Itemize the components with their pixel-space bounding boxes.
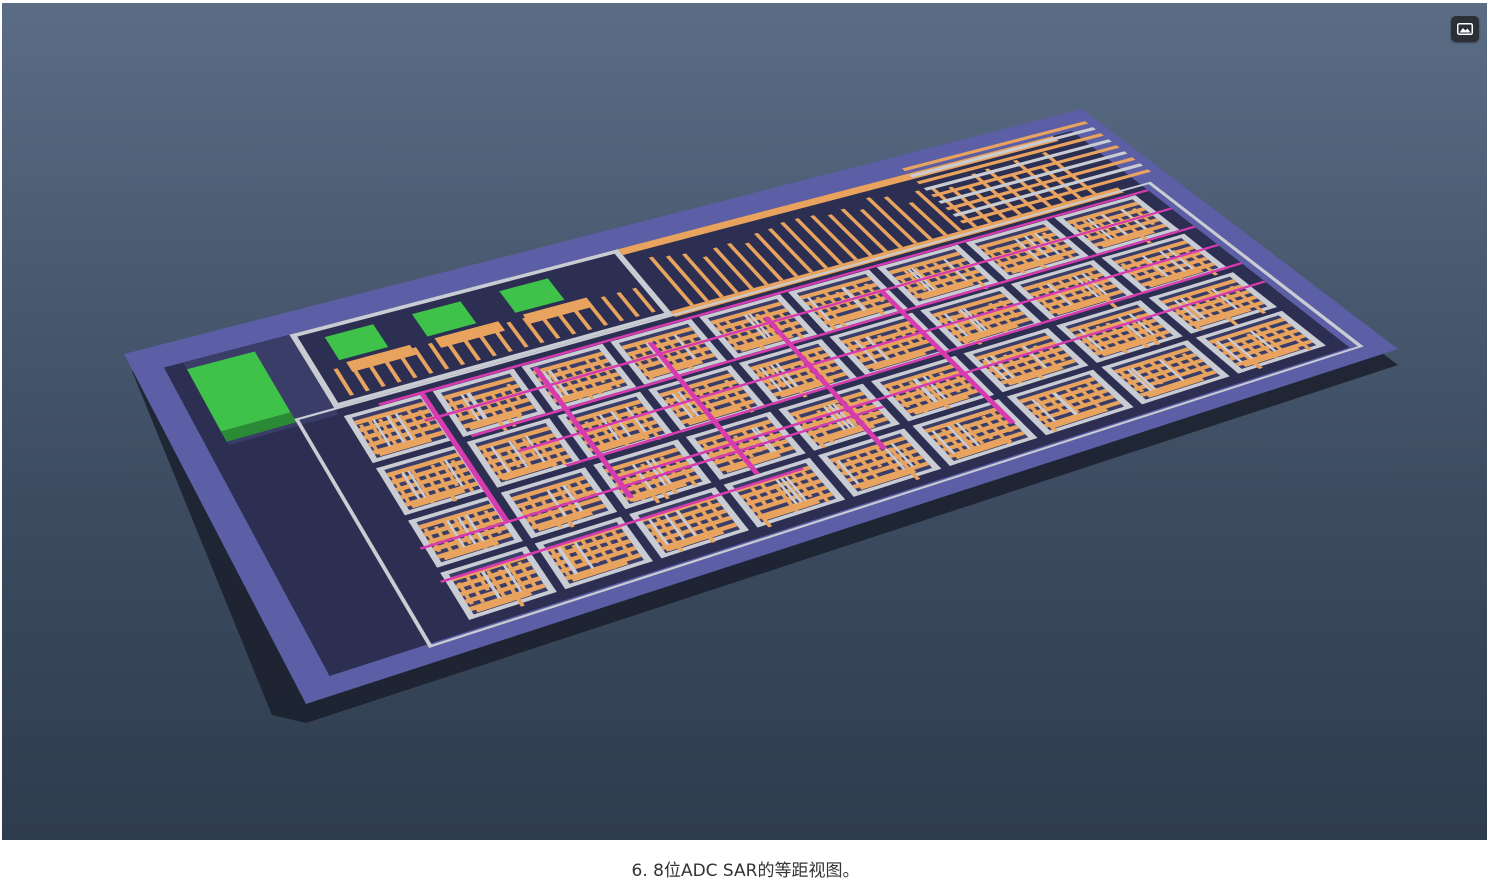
chip-isometric-view — [124, 109, 1398, 723]
image-icon — [1457, 23, 1473, 35]
figure-caption: 6. 8位ADC SAR的等距视图。 — [631, 861, 860, 881]
image-view-button[interactable] — [1451, 16, 1479, 42]
adc-layout-render — [2, 3, 1487, 840]
